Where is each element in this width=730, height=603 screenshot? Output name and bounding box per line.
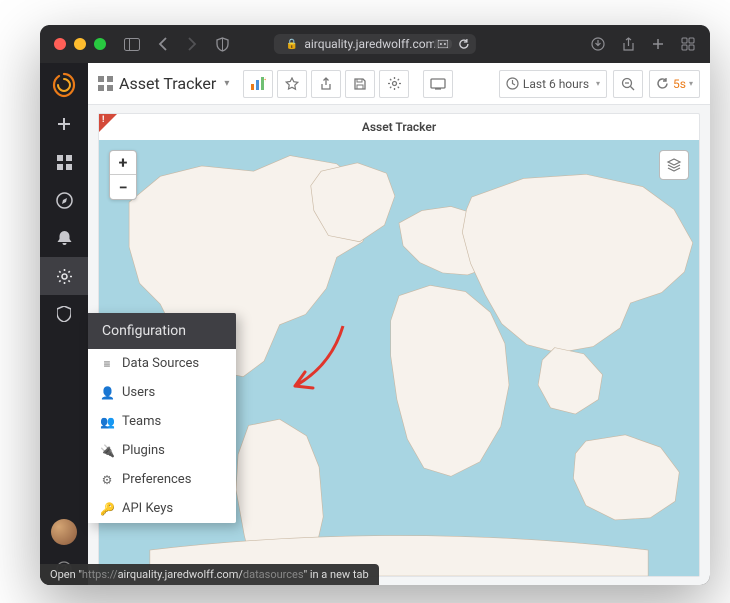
zoom-in-button[interactable]: + xyxy=(110,151,136,175)
flyout-item-plugins[interactable]: 🔌Plugins xyxy=(88,436,236,465)
add-panel-button[interactable]: + xyxy=(243,70,273,98)
new-tab-icon[interactable] xyxy=(650,36,666,52)
flyout-item-data-sources[interactable]: ≡Data Sources xyxy=(88,349,236,378)
breadcrumb-title: Asset Tracker xyxy=(119,74,216,93)
flyout-item-api-keys[interactable]: 🔑API Keys xyxy=(88,494,236,523)
address-bar[interactable]: 🔒 airquality.jaredwolff.com xyxy=(274,34,476,54)
svg-text:+: + xyxy=(264,77,266,84)
nav-explore-icon[interactable] xyxy=(40,181,88,219)
dashboard-toolbar: Asset Tracker ▾ + Last 6 hours xyxy=(88,63,710,105)
nav-back-icon[interactable] xyxy=(154,36,170,52)
flyout-item-users[interactable]: 👤Users xyxy=(88,378,236,407)
nav-dashboards-icon[interactable] xyxy=(40,143,88,181)
breadcrumb[interactable]: Asset Tracker ▾ xyxy=(98,74,229,93)
share-button[interactable] xyxy=(311,70,341,98)
refresh-button[interactable]: 5s ▾ xyxy=(649,70,700,98)
browser-window: 🔒 airquality.jaredwolff.com xyxy=(40,25,710,585)
zoom-out-button[interactable]: − xyxy=(110,175,136,199)
nav-admin-icon[interactable] xyxy=(40,295,88,333)
time-range-button[interactable]: Last 6 hours ▾ xyxy=(499,70,607,98)
browser-titlebar: 🔒 airquality.jaredwolff.com xyxy=(40,25,710,63)
settings-button[interactable] xyxy=(379,70,409,98)
chevron-down-icon: ▾ xyxy=(224,78,229,89)
key-icon: 🔑 xyxy=(100,502,114,516)
flyout-item-preferences[interactable]: ⚙Preferences xyxy=(88,465,236,494)
link-preview-tooltip: Open "https://airquality.jaredwolff.com/… xyxy=(40,564,379,585)
nav-alerting-icon[interactable] xyxy=(40,219,88,257)
tabs-overview-icon[interactable] xyxy=(680,36,696,52)
map-layers-button[interactable] xyxy=(659,150,689,180)
zoom-out-time-button[interactable] xyxy=(613,70,643,98)
configuration-flyout: Configuration ≡Data Sources 👤Users 👥Team… xyxy=(88,313,236,523)
reload-icon[interactable] xyxy=(458,38,470,50)
downloads-icon[interactable] xyxy=(590,36,606,52)
time-range-label: Last 6 hours xyxy=(523,77,589,91)
close-window-button[interactable] xyxy=(54,38,66,50)
panel-alert-indicator[interactable] xyxy=(99,114,117,132)
grafana-app: Configuration ≡Data Sources 👤Users 👥Team… xyxy=(40,63,710,585)
maximize-window-button[interactable] xyxy=(94,38,106,50)
reader-toggle[interactable] xyxy=(434,39,452,49)
share-icon[interactable] xyxy=(620,36,636,52)
panel-title: Asset Tracker xyxy=(99,114,699,140)
flyout-title: Configuration xyxy=(88,313,236,349)
save-button[interactable] xyxy=(345,70,375,98)
url-text: airquality.jaredwolff.com xyxy=(304,37,436,51)
chevron-down-icon: ▾ xyxy=(596,79,600,88)
grafana-logo[interactable] xyxy=(50,71,78,99)
sidebar-toggle-icon[interactable] xyxy=(124,36,140,52)
user-icon: 👤 xyxy=(100,386,114,400)
plug-icon: 🔌 xyxy=(100,444,114,458)
sliders-icon: ⚙ xyxy=(100,473,114,487)
database-icon: ≡ xyxy=(100,357,114,371)
minimize-window-button[interactable] xyxy=(74,38,86,50)
nav-forward-icon[interactable] xyxy=(184,36,200,52)
chevron-down-icon: ▾ xyxy=(689,79,693,88)
shield-icon[interactable] xyxy=(214,36,230,52)
map-zoom-controls: + − xyxy=(109,150,137,200)
nav-configuration-icon[interactable] xyxy=(40,257,88,295)
refresh-interval-label: 5s xyxy=(673,77,686,91)
nav-create-icon[interactable] xyxy=(40,105,88,143)
lock-icon: 🔒 xyxy=(286,39,298,50)
flyout-item-teams[interactable]: 👥Teams xyxy=(88,407,236,436)
user-avatar[interactable] xyxy=(51,519,77,545)
grafana-sidebar xyxy=(40,63,88,585)
star-button[interactable] xyxy=(277,70,307,98)
dashboard-grid-icon xyxy=(98,76,113,91)
team-icon: 👥 xyxy=(100,415,114,429)
cycle-view-button[interactable] xyxy=(423,70,453,98)
window-controls xyxy=(54,38,106,50)
